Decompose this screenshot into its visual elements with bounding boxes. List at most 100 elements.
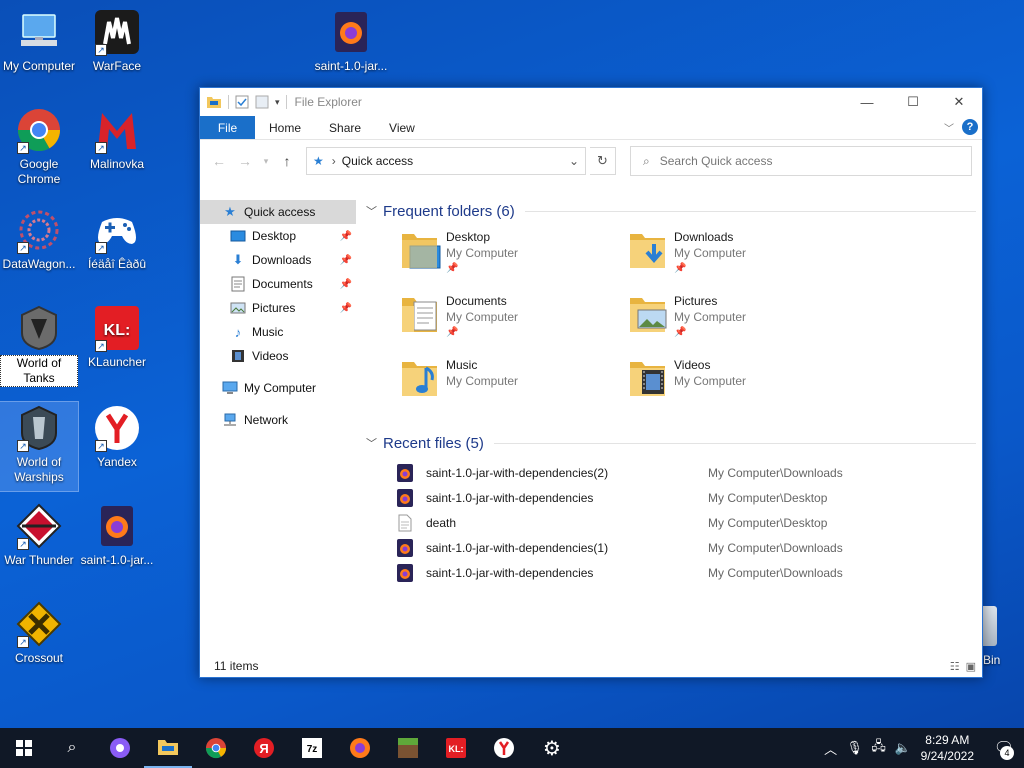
taskbar-yandex-browser[interactable]: [480, 728, 528, 768]
forward-arrow-icon[interactable]: →: [234, 153, 256, 169]
collapse-chevron-icon[interactable]: ﹀: [366, 435, 377, 451]
maximize-button[interactable]: ☐: [890, 88, 936, 116]
taskbar-chrome[interactable]: [192, 728, 240, 768]
list-item[interactable]: saint-1.0-jar-with-dependencies My Compu…: [396, 485, 976, 510]
world-of-tanks-icon: [15, 304, 63, 352]
list-item[interactable]: saint-1.0-jar-with-dependencies My Compu…: [396, 560, 976, 585]
desktop-icon-klauncher[interactable]: KL: ↗ KLauncher: [78, 304, 156, 370]
list-item[interactable]: death My Computer\Desktop: [396, 510, 976, 535]
customize-toolbar-chevron-icon[interactable]: ▾: [275, 97, 280, 108]
desktop-icon-warface[interactable]: ↗ WarFace: [78, 8, 156, 74]
tab-view[interactable]: View: [375, 116, 429, 139]
breadcrumb-chevron-icon[interactable]: ›: [332, 154, 336, 168]
close-button[interactable]: ✕: [936, 88, 982, 116]
frequent-folders-header[interactable]: ﹀ Frequent folders (6): [366, 198, 976, 224]
taskbar-minecraft[interactable]: [384, 728, 432, 768]
desktop-icon-saint-jar[interactable]: saint-1.0-jar...: [312, 8, 390, 74]
file-location: My Computer\Downloads: [708, 565, 843, 580]
clock[interactable]: 8:29 AM 9/24/2022: [921, 732, 974, 764]
tab-file[interactable]: File: [200, 116, 255, 139]
list-item[interactable]: saint-1.0-jar-with-dependencies(2) My Co…: [396, 460, 976, 485]
sidebar-item-quick-access[interactable]: ★ Quick access: [200, 200, 356, 224]
search-button[interactable]: ⌕: [48, 728, 96, 768]
folder-name: Videos: [674, 358, 711, 372]
desktop-icon-war-thunder[interactable]: ↗ War Thunder: [0, 502, 78, 568]
up-arrow-icon[interactable]: ↑: [276, 153, 298, 169]
taskbar-7zip[interactable]: 7z: [288, 728, 336, 768]
new-folder-icon[interactable]: [255, 95, 269, 109]
show-hidden-icons-chevron-icon[interactable]: ︿: [819, 739, 843, 758]
desktop-icon-label: Google Chrome: [17, 157, 61, 186]
folder-tile-downloads[interactable]: Downloads My Computer 📌: [628, 228, 856, 292]
address-path[interactable]: Quick access: [342, 154, 563, 168]
desktop-icon-gamepad-app[interactable]: ↗ Íéäåî Êàðû: [78, 206, 156, 272]
tab-home[interactable]: Home: [255, 116, 315, 139]
recent-files-header[interactable]: ﹀ Recent files (5): [366, 430, 976, 456]
folder-tile-documents[interactable]: Documents My Computer 📌: [400, 292, 628, 356]
search-input[interactable]: ⌕ Search Quick access: [630, 146, 972, 176]
list-item[interactable]: saint-1.0-jar-with-dependencies(1) My Co…: [396, 535, 976, 560]
network-icon[interactable]: 🖧: [867, 737, 891, 759]
sidebar-item-desktop[interactable]: Desktop 📌: [200, 224, 356, 248]
desktop-icon-datawagon[interactable]: ↗ DataWagon...: [0, 206, 78, 272]
taskbar-firefox[interactable]: [336, 728, 384, 768]
address-bar[interactable]: ★ › Quick access ⌄: [306, 147, 586, 175]
title-bar[interactable]: ▾ File Explorer — ☐ ✕: [200, 88, 982, 116]
large-icons-view-icon[interactable]: ▣: [966, 660, 976, 673]
sidebar-item-downloads[interactable]: ⬇ Downloads 📌: [200, 248, 356, 272]
folder-location: My Computer: [674, 310, 747, 324]
file-explorer-window[interactable]: ▾ File Explorer — ☐ ✕ File Home Share Vi…: [199, 87, 983, 678]
collapse-chevron-icon[interactable]: ﹀: [366, 203, 377, 219]
desktop-icon-google-chrome[interactable]: ↗ Google Chrome: [0, 106, 78, 187]
microphone-icon[interactable]: 🎙: [843, 740, 867, 756]
folder-tile-pictures[interactable]: Pictures My Computer 📌: [628, 292, 856, 356]
folder-tile-desktop[interactable]: Desktop My Computer 📌: [400, 228, 628, 292]
taskbar-alice-assistant[interactable]: [96, 728, 144, 768]
folder-tile-videos[interactable]: Videos My Computer: [628, 356, 856, 420]
address-dropdown-chevron-icon[interactable]: ⌄: [563, 154, 585, 168]
sidebar-item-videos[interactable]: Videos: [200, 344, 356, 368]
sidebar-item-music[interactable]: ♪ Music: [200, 320, 356, 344]
sidebar-item-my-computer[interactable]: My Computer: [200, 376, 356, 400]
desktop-icon-world-of-warships[interactable]: ↗ World of Warships: [0, 401, 79, 492]
taskbar-klauncher[interactable]: KL:: [432, 728, 480, 768]
shortcut-arrow-icon: ↗: [95, 340, 107, 352]
desktop-icon-world-of-tanks[interactable]: World of Tanks: [0, 304, 78, 387]
taskbar-file-explorer[interactable]: [144, 728, 192, 768]
action-center-button[interactable]: 🗨 4: [984, 728, 1024, 768]
taskbar-settings[interactable]: ⚙: [528, 728, 576, 768]
help-icon[interactable]: ?: [962, 119, 978, 135]
back-arrow-icon[interactable]: ←: [208, 153, 230, 169]
minecraft-block-icon: [398, 738, 418, 758]
desktop-icon-saint-jar-2[interactable]: saint-1.0-jar...: [78, 502, 156, 568]
refresh-button[interactable]: ↻: [590, 147, 616, 175]
sidebar-item-documents[interactable]: Documents 📌: [200, 272, 356, 296]
desktop-icon-my-computer[interactable]: My Computer: [0, 8, 78, 74]
warface-icon: ↗: [93, 8, 141, 56]
file-name: saint-1.0-jar-with-dependencies: [426, 490, 594, 505]
expand-ribbon-chevron-icon[interactable]: ﹀: [944, 120, 954, 135]
desktop-icon-malinovka[interactable]: ↗ Malinovka: [78, 106, 156, 172]
shortcut-arrow-icon: ↗: [95, 44, 107, 56]
properties-icon[interactable]: [235, 95, 249, 109]
sidebar-item-network[interactable]: Network: [200, 408, 356, 432]
minimize-button[interactable]: —: [844, 88, 890, 116]
downloads-folder-icon: [628, 228, 670, 276]
recycle-bin-icon[interactable]: [983, 606, 997, 646]
sidebar-item-pictures[interactable]: Pictures 📌: [200, 296, 356, 320]
main-pane: ﹀ Frequent folders (6) Desktop My Comput…: [356, 196, 982, 655]
details-view-icon[interactable]: ☷: [950, 660, 960, 673]
tab-share[interactable]: Share: [315, 116, 375, 139]
folder-tile-music[interactable]: Music My Computer: [400, 356, 628, 420]
sidebar-item-label: Documents: [252, 277, 313, 291]
start-button[interactable]: [0, 728, 48, 768]
navigation-pane[interactable]: ★ Quick access Desktop 📌 ⬇ Downloads 📌 D…: [200, 196, 356, 655]
volume-icon[interactable]: 🔈: [891, 740, 915, 756]
desktop-icon-crossout[interactable]: ↗ Crossout: [0, 600, 78, 666]
recent-locations-chevron-icon[interactable]: ▾: [260, 156, 272, 167]
folder-app-icon: [207, 97, 221, 108]
desktop-icon-yandex[interactable]: ↗ Yandex: [78, 404, 156, 470]
sidebar-item-label: My Computer: [244, 381, 317, 395]
taskbar-yandex-launcher[interactable]: Я: [240, 728, 288, 768]
file-explorer-icon: [158, 740, 178, 755]
